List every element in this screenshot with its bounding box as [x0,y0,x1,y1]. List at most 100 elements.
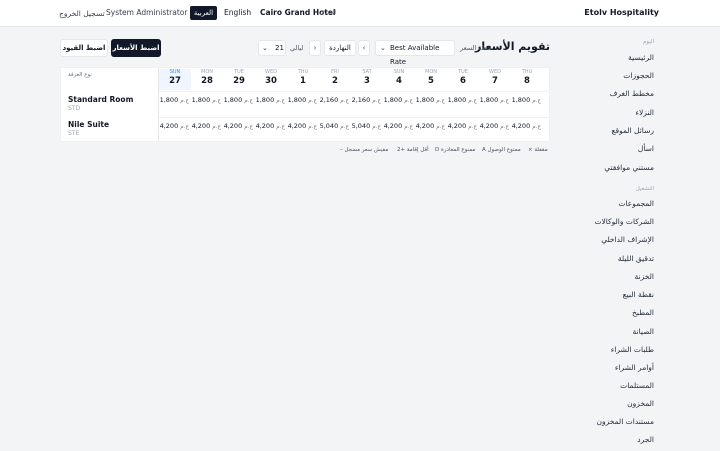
nights-select[interactable]: ⌄ 21 [258,40,286,56]
rate-cell[interactable]: 4,200 ج.م [511,122,543,130]
sidebar-item-maintenance[interactable]: الصيانة [632,327,654,336]
day-header: SUN 4 [383,69,415,90]
currency-label: ج.م [212,124,221,130]
currency-label: ج.م [276,98,285,104]
sidebar-item-groups[interactable]: المجموعات [618,199,654,208]
rate-grid: SUN 27 1,800 ج.م 4,200 ج.م MON 28 1,800 ج.م 4,2… [60,67,550,142]
room-code: STD [68,105,81,112]
day-header: WED 30 [255,69,287,90]
day-date: 3 [364,76,370,86]
sidebar-item-kitchen[interactable]: المطبخ [632,308,654,317]
sidebar-item-home[interactable]: الرئيسية [628,53,654,62]
rate-cell[interactable]: 1,800 ج.م [255,96,287,104]
sidebar-item-cashier[interactable]: الخزنة [635,272,654,281]
currency-label: ج.م [532,98,541,104]
sidebar-item-ask[interactable]: اسأل [638,144,654,153]
rate-value: 4,200 [287,122,307,130]
sidebar-item-room-plan[interactable]: مخطط الغرف [610,89,654,98]
rate-cell[interactable]: 1,800 ج.م [479,96,511,104]
rate-cell[interactable]: 1,800 ج.م [223,96,255,104]
rate-cell[interactable]: 4,200 ج.م [287,122,319,130]
rate-cell[interactable]: 1,800 ج.م [383,96,415,104]
rate-cell[interactable]: 5,040 ج.م [319,122,351,130]
currency-label: ج.م [436,98,445,104]
sidebar-item-reservations[interactable]: الحجوزات [623,71,654,80]
rate-value: 4,200 [415,122,435,130]
legend-closed: × مقفلة [528,147,548,153]
day-header: FRI 2 [319,69,351,90]
logout-link[interactable]: تسجيل الخروج [59,9,105,18]
day-date: 27 [169,76,181,86]
rate-cell[interactable]: 5,040 ج.م [351,122,383,130]
rate-plan-value: Best Available Rate [390,44,440,66]
rate-value: 4,200 [191,122,211,130]
currency-label: ج.م [244,124,253,130]
sidebar-item-guests[interactable]: النزلاء [635,108,654,117]
rate-plan-label: خطة السعر [460,44,492,52]
sidebar-item-inventory[interactable]: المخزون [627,399,654,408]
sidebar-item-housekeeping[interactable]: الإشراف الداخلي [601,235,654,244]
sidebar-item-night-audit[interactable]: تدقيق الليلة [618,254,654,263]
currency-label: ج.م [468,124,477,130]
next-period-button[interactable]: › [309,40,321,56]
day-of-week: WED [489,69,501,75]
today-button[interactable]: النهاردة [324,40,356,56]
currency-label: ج.م [308,124,317,130]
nights-value: 21 [275,44,284,52]
rate-cell[interactable]: 4,200 ج.م [383,122,415,130]
rate-cell[interactable]: 1,800 ج.م [415,96,447,104]
chevron-down-icon: ⌄ [380,44,386,52]
day-header: TUE 6 [447,69,479,90]
rate-cell[interactable]: 1,800 ج.م [287,96,319,104]
rate-cell[interactable]: 4,200 ج.م [415,122,447,130]
rate-value: 4,200 [479,122,499,130]
rate-calendar: تقويم الأسعار خطة السعر ⌄ Best Available… [60,36,550,166]
currency-label: ج.م [244,98,253,104]
rate-cell[interactable]: 2,160 ج.م [319,96,351,104]
rate-cell[interactable]: 1,800 ج.م [159,96,191,104]
currency-label: ج.م [372,98,381,104]
top-bar: Etolv Hospitality تسجيل الخروج System Ad… [0,0,720,27]
legend-closed-to-arrival: A ممنوع الوصول [482,147,521,153]
day-header: THU 1 [287,69,319,90]
rate-cell[interactable]: 4,200 ج.م [479,122,511,130]
legend-min-stay: 2+ أقل إقامة [397,147,429,153]
day-date: 7 [492,76,498,86]
sidebar-item-receipts[interactable]: المستلمات [620,381,654,390]
day-date: 2 [332,76,338,86]
rate-cell[interactable]: 4,200 ج.م [159,122,191,130]
rate-value: 4,200 [255,122,275,130]
rate-value: 4,200 [511,122,531,130]
rate-cell[interactable]: 1,800 ج.م [511,96,543,104]
sidebar-item-purchase-orders[interactable]: أوامر الشراء [615,363,654,372]
nights-label: ليالي [290,44,304,52]
rate-value: 1,800 [383,96,403,104]
lang-arabic-button[interactable]: العربية [190,6,217,20]
sidebar-item-stocktake[interactable]: الجرد [637,435,654,444]
rate-cell[interactable]: 4,200 ج.م [191,122,223,130]
sidebar-item-pos[interactable]: نقطة البيع [623,290,654,299]
rate-value: 4,200 [159,122,179,130]
sidebar-section-operations: التشغيل [635,186,654,192]
sidebar-item-companies[interactable]: الشركات والوكالات [594,217,654,226]
sidebar: اليوم الرئيسية الحجوزات مخطط الغرف النزل… [550,27,720,451]
sidebar-item-purchase-requests[interactable]: طلبات الشراء [611,345,654,354]
sidebar-item-pending-approval[interactable]: مستني موافقتي [604,163,654,172]
rate-plan-select[interactable]: ⌄ Best Available Rate [375,40,455,66]
rate-cell[interactable]: 4,200 ج.م [447,122,479,130]
set-rates-button[interactable]: اضبط الأسعار [111,39,161,57]
sidebar-item-inventory-docs[interactable]: مستندات المخزون [596,417,654,426]
rate-cell[interactable]: 4,200 ج.م [223,122,255,130]
brand-name[interactable]: Etolv Hospitality [584,8,659,17]
room-code: STE [68,130,80,137]
rate-cell[interactable]: 4,200 ج.م [255,122,287,130]
currency-label: ج.م [340,124,349,130]
prev-period-button[interactable]: ‹ [358,40,370,56]
rate-cell[interactable]: 1,800 ج.م [191,96,223,104]
currency-label: ج.م [212,98,221,104]
rate-cell[interactable]: 2,160 ج.م [351,96,383,104]
rate-cell[interactable]: 1,800 ج.م [447,96,479,104]
sidebar-item-site-messages[interactable]: رسائل الموقع [612,126,655,135]
lang-english-button[interactable]: English [224,8,251,17]
set-restrictions-button[interactable]: اضبط القيود [60,39,108,57]
